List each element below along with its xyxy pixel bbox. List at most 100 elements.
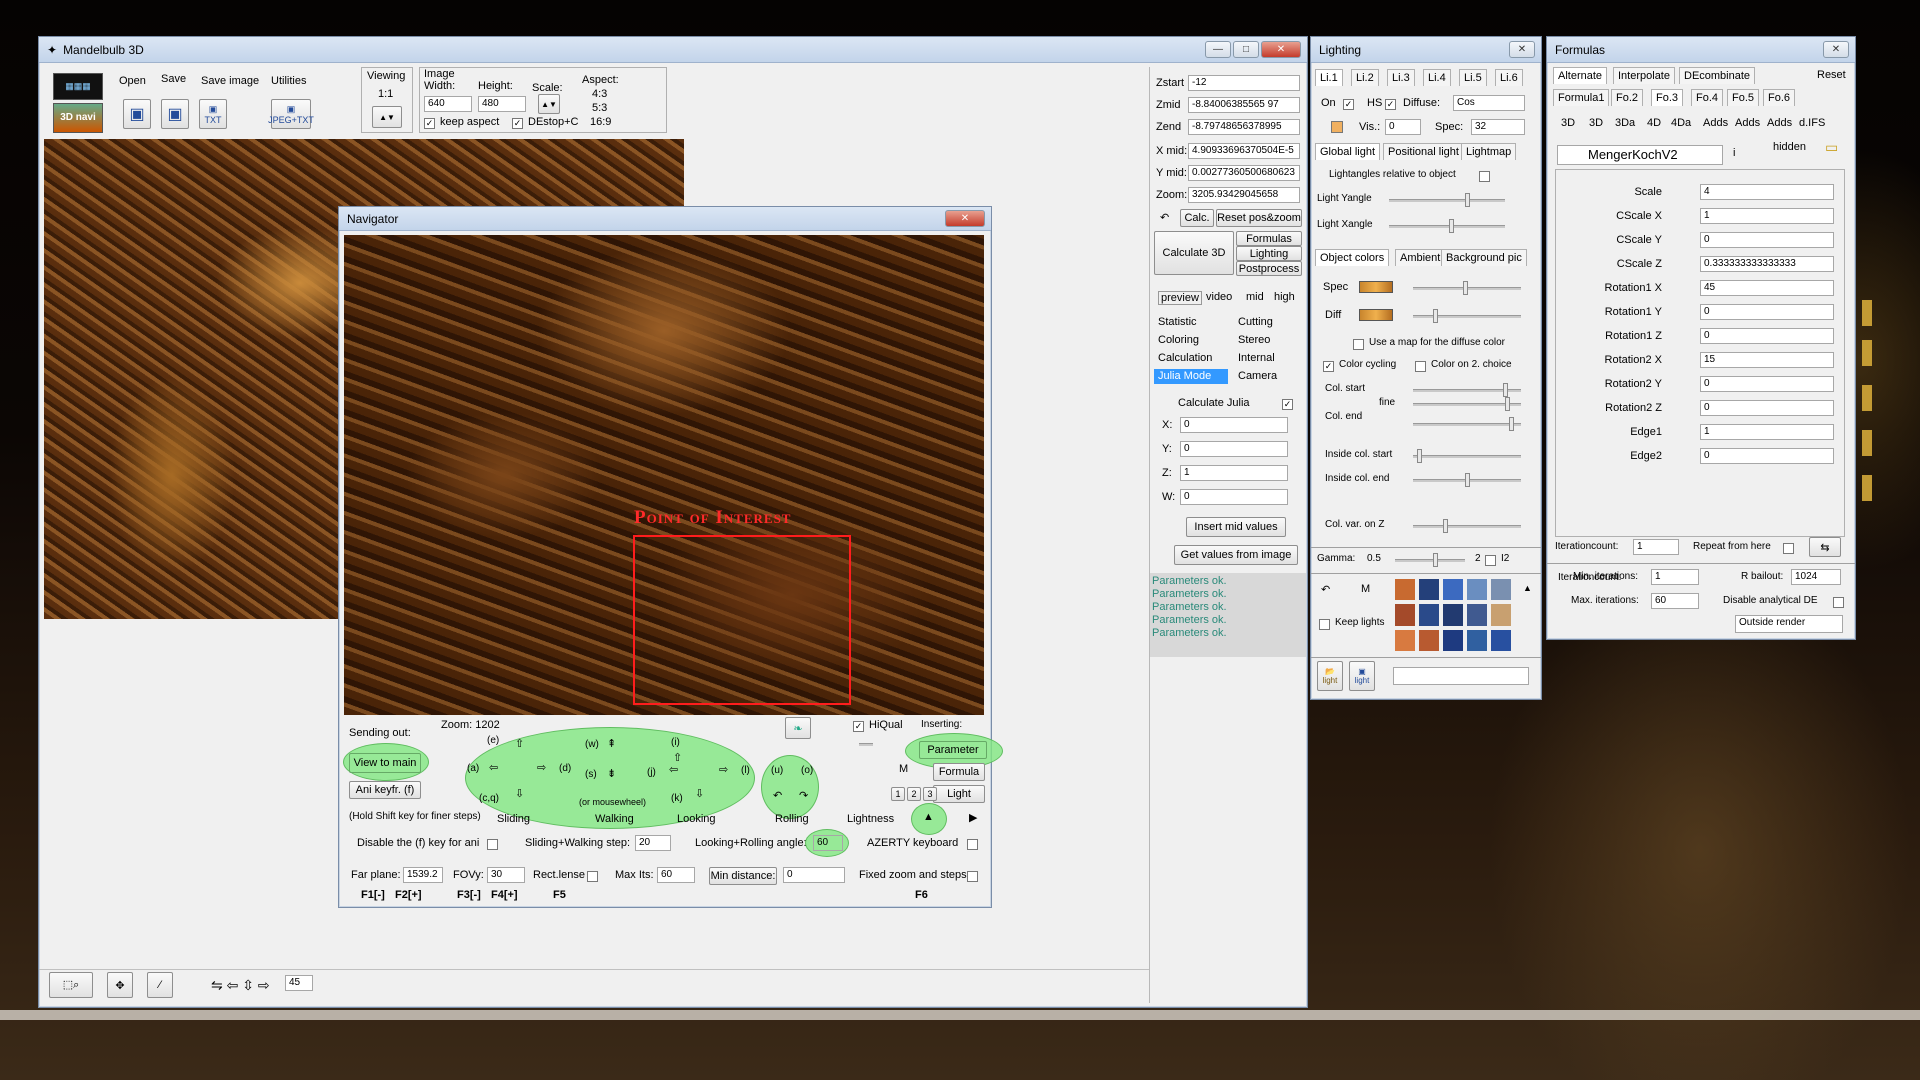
walk-forward-icon[interactable]: ⇞ bbox=[607, 737, 616, 750]
xmid-field[interactable]: 4.90933696370504E-5 bbox=[1188, 143, 1300, 159]
scroll-up-icon[interactable]: ▲ bbox=[1523, 583, 1532, 593]
param-value[interactable]: 0.333333333333333 bbox=[1700, 256, 1834, 272]
type-4d[interactable]: 4D bbox=[1647, 117, 1661, 129]
tab-coloring[interactable]: Coloring bbox=[1154, 333, 1228, 348]
maximize-button[interactable]: □ bbox=[1233, 41, 1259, 58]
open-folder-icon[interactable]: ▭ bbox=[1825, 139, 1838, 156]
tab-julia-mode[interactable]: Julia Mode bbox=[1154, 369, 1228, 384]
main-titlebar[interactable]: ✦ Mandelbulb 3D — □ ✕ bbox=[39, 37, 1307, 63]
select-zoom-icon[interactable]: ⬚⌕ bbox=[49, 972, 93, 998]
lightness-slider[interactable] bbox=[859, 737, 873, 807]
menu-save[interactable]: Save bbox=[161, 73, 186, 85]
slide-step-field[interactable]: 20 bbox=[635, 835, 671, 851]
light-preset-select[interactable] bbox=[1393, 667, 1529, 685]
aspect-16-9[interactable]: 16:9 bbox=[590, 116, 611, 128]
save-jpeg-icon[interactable]: ▣ JPEG+TXT bbox=[268, 99, 314, 129]
menu-open[interactable]: Open bbox=[119, 75, 146, 87]
quality-video[interactable]: video bbox=[1206, 291, 1232, 303]
type-3d[interactable]: 3D bbox=[1561, 117, 1575, 129]
type-adds[interactable]: Adds bbox=[1703, 117, 1728, 129]
lightness-up-icon[interactable]: ▲ bbox=[923, 811, 934, 823]
azerty-checkbox[interactable] bbox=[967, 839, 978, 850]
hiqual-checkbox[interactable]: ✓ bbox=[853, 721, 864, 732]
calculate-3d-button[interactable]: Calculate 3D bbox=[1154, 231, 1234, 275]
iterationcount-field[interactable]: 1 bbox=[1633, 539, 1679, 555]
i2-checkbox[interactable] bbox=[1485, 555, 1496, 566]
light-color-swatch[interactable] bbox=[1331, 121, 1343, 133]
look-right-arrow-icon[interactable]: ⇨ bbox=[719, 763, 728, 776]
tab-li4[interactable]: Li.4 bbox=[1423, 69, 1451, 86]
save-txt-icon[interactable]: ▣ TXT bbox=[199, 99, 227, 129]
tab-li1[interactable]: Li.1 bbox=[1315, 69, 1343, 86]
aspect-4-3[interactable]: 4:3 bbox=[592, 88, 607, 100]
light-preset-icon[interactable] bbox=[1443, 629, 1463, 651]
repeat-checkbox[interactable] bbox=[1783, 543, 1794, 554]
slide-down-arrow-icon[interactable]: ⇩ bbox=[515, 787, 524, 800]
tab-stereo[interactable]: Stereo bbox=[1234, 333, 1300, 348]
tab-li5[interactable]: Li.5 bbox=[1459, 69, 1487, 86]
param-value[interactable]: 0 bbox=[1700, 400, 1834, 416]
slide-up-arrow-icon[interactable]: ⇧ bbox=[515, 737, 524, 750]
param-value[interactable]: 45 bbox=[1700, 280, 1834, 296]
tab-cutting[interactable]: Cutting bbox=[1234, 315, 1300, 330]
num-3-button[interactable]: 3 bbox=[923, 787, 937, 801]
angle-field[interactable]: 45 bbox=[285, 975, 313, 991]
zend-field[interactable]: -8.79748656378995 bbox=[1188, 119, 1300, 135]
light-preset-icon[interactable] bbox=[1491, 629, 1511, 651]
spec-select[interactable]: 32 bbox=[1471, 119, 1525, 135]
param-value[interactable]: 0 bbox=[1700, 376, 1834, 392]
light-preset-icon[interactable] bbox=[1419, 604, 1439, 626]
param-value[interactable]: 4 bbox=[1700, 184, 1834, 200]
julia-x-field[interactable]: 0 bbox=[1180, 417, 1288, 433]
ymid-field[interactable]: 0.00277360500680623 bbox=[1188, 165, 1300, 181]
viewing-spin-icon[interactable]: ▲▼ bbox=[372, 106, 402, 128]
undo-light-icon[interactable]: ↶ bbox=[1321, 583, 1330, 596]
color2-checkbox[interactable] bbox=[1415, 361, 1426, 372]
formula-button[interactable]: Formula bbox=[933, 763, 985, 781]
light-yangle-slider[interactable] bbox=[1389, 193, 1505, 207]
param-value[interactable]: 1 bbox=[1700, 424, 1834, 440]
reset-button[interactable]: Reset bbox=[1817, 69, 1846, 81]
col-var-z-slider[interactable] bbox=[1413, 519, 1521, 533]
tab-formula1[interactable]: Formula1 bbox=[1553, 89, 1610, 106]
navigator-close-button[interactable]: ✕ bbox=[945, 210, 985, 227]
param-value[interactable]: 0 bbox=[1700, 448, 1834, 464]
type-adds[interactable]: Adds bbox=[1767, 117, 1792, 129]
formulas-button[interactable]: Formulas bbox=[1236, 231, 1302, 246]
light-preset-icon[interactable] bbox=[1419, 579, 1439, 601]
param-value[interactable]: 0 bbox=[1700, 304, 1834, 320]
quality-high[interactable]: high bbox=[1274, 291, 1295, 303]
navi-icon[interactable]: ▦▦▦ bbox=[53, 73, 103, 100]
diffuse-select[interactable]: Cos bbox=[1453, 95, 1525, 111]
undo-icon[interactable]: ↶ bbox=[1160, 211, 1169, 224]
move-icon[interactable]: ✥ bbox=[107, 972, 133, 998]
slide-left-arrow-icon[interactable]: ⇦ bbox=[489, 761, 498, 774]
spec-color-swatch[interactable] bbox=[1359, 281, 1393, 293]
reset-pos-zoom-button[interactable]: Reset pos&zoom bbox=[1216, 209, 1302, 227]
repeat-arrow-icon[interactable]: ⇆ bbox=[1809, 537, 1841, 557]
param-value[interactable]: 15 bbox=[1700, 352, 1834, 368]
col-start-slider[interactable] bbox=[1413, 383, 1521, 397]
type-3da[interactable]: 3Da bbox=[1615, 117, 1635, 129]
keep-lights-checkbox[interactable] bbox=[1319, 619, 1330, 630]
julia-w-field[interactable]: 0 bbox=[1180, 489, 1288, 505]
light-preset-icon[interactable] bbox=[1467, 629, 1487, 651]
max-iterations-field[interactable]: 60 bbox=[1651, 593, 1699, 609]
disable-f-checkbox[interactable] bbox=[487, 839, 498, 850]
arrow-right-icon[interactable]: ▶ bbox=[969, 811, 977, 824]
inside-col-start-slider[interactable] bbox=[1413, 449, 1521, 463]
formula-name-field[interactable]: MengerKochV2 bbox=[1557, 145, 1723, 165]
use-map-checkbox[interactable] bbox=[1353, 339, 1364, 350]
light-preset-icon[interactable] bbox=[1491, 579, 1511, 601]
num-1-button[interactable]: 1 bbox=[891, 787, 905, 801]
menu-save-image[interactable]: Save image bbox=[201, 75, 259, 87]
type-difs[interactable]: d.IFS bbox=[1799, 117, 1825, 129]
formulas-titlebar[interactable]: Formulas ✕ bbox=[1547, 37, 1855, 63]
look-left-arrow-icon[interactable]: ⇦ bbox=[669, 763, 678, 776]
zstart-field[interactable]: -12 bbox=[1188, 75, 1300, 91]
type-3d[interactable]: 3D bbox=[1589, 117, 1603, 129]
min-distance-button[interactable]: Min distance: bbox=[709, 867, 777, 885]
tab-fo5[interactable]: Fo.5 bbox=[1727, 89, 1760, 106]
get-values-from-image-button[interactable]: Get values from image bbox=[1174, 545, 1298, 565]
desktop-checkbox[interactable]: ✓ bbox=[512, 118, 523, 129]
